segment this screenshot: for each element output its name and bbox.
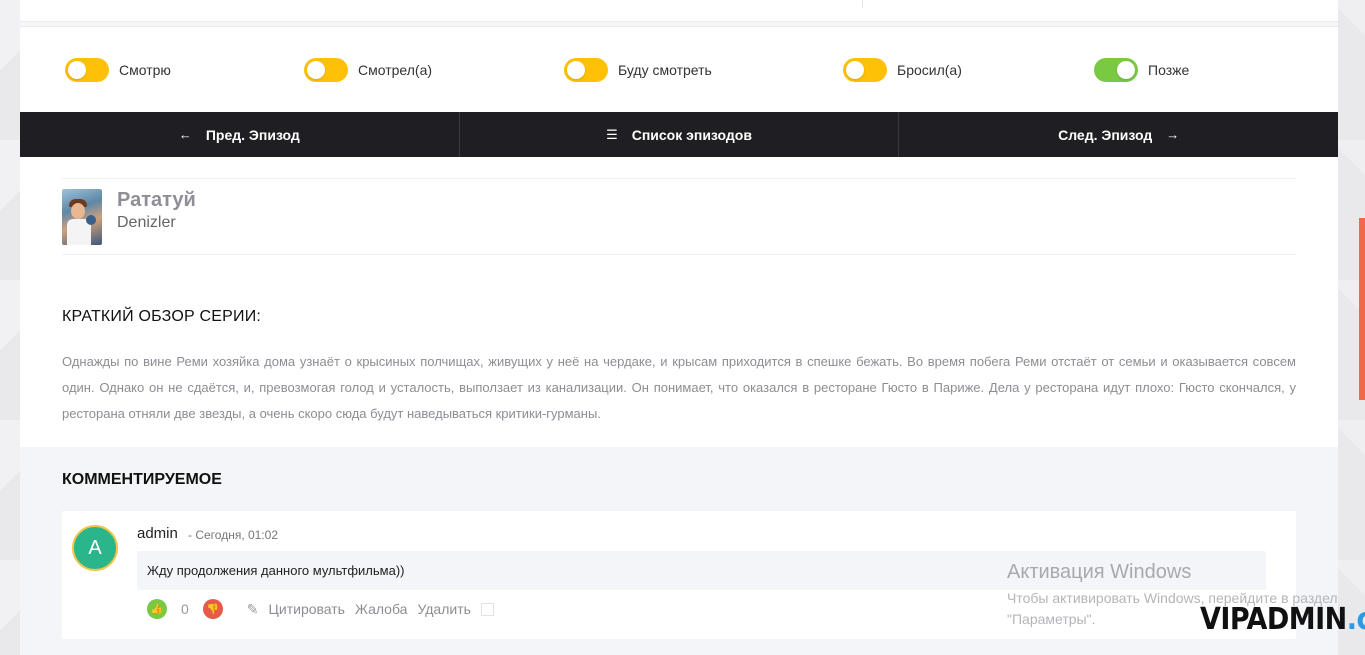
top-strip <box>20 0 1338 27</box>
episode-title[interactable]: Рататуй <box>117 189 196 212</box>
watermark-accent: .club <box>1346 602 1365 637</box>
synopsis-heading: КРАТКИЙ ОБЗОР СЕРИИ: <box>62 308 262 325</box>
quote-button[interactable]: Цитировать <box>269 601 345 617</box>
toggle-label: Буду смотреть <box>618 62 712 78</box>
toggle-switch[interactable] <box>65 58 109 82</box>
toggle-will-watch[interactable]: Буду смотреть <box>564 56 712 84</box>
comment-date: - Сегодня, 01:02 <box>188 528 279 542</box>
watermark-main: VIPADMIN <box>1200 602 1347 637</box>
toggle-label: Смотрел(а) <box>358 62 433 78</box>
thumbs-up-icon[interactable]: 👍 <box>147 599 167 619</box>
prev-episode-button[interactable]: ← Пред. Эпизод <box>20 112 460 157</box>
watch-status-toggles: Смотрю Смотрел(а) Буду смотреть Бросил(а… <box>20 56 1338 84</box>
episode-navbar: ← Пред. Эпизод ☰ Список эпизодов След. Э… <box>20 112 1338 157</box>
select-checkbox[interactable] <box>480 602 494 616</box>
toggle-dropped[interactable]: Бросил(а) <box>843 56 962 84</box>
episode-subtitle: Denizler <box>117 214 176 231</box>
toggle-label: Бросил(а) <box>897 62 962 78</box>
comment-author[interactable]: admin <box>137 525 178 542</box>
toggle-switch[interactable] <box>843 58 887 82</box>
next-episode-label: След. Эпизод <box>1058 126 1153 143</box>
toggle-later[interactable]: Позже <box>1094 56 1189 84</box>
episode-list-button[interactable]: ☰ Список эпизодов <box>460 112 900 157</box>
next-episode-button[interactable]: След. Эпизод → <box>899 112 1338 157</box>
vote-count: 0 <box>181 601 189 617</box>
toggle-watching[interactable]: Смотрю <box>65 56 171 84</box>
windows-activation-title: Активация Windows <box>1007 561 1192 583</box>
site-watermark: VIPADMIN.club <box>1200 602 1365 637</box>
comments-heading: КОММЕНТИРУЕМОЕ <box>62 471 222 488</box>
synopsis-text: Однажды по вине Реми хозяйка дома узнаёт… <box>62 354 1296 421</box>
report-button[interactable]: Жалоба <box>355 601 407 617</box>
arrow-left-icon: ← <box>178 127 192 142</box>
toggle-label: Смотрю <box>119 62 171 78</box>
toggle-watched[interactable]: Смотрел(а) <box>304 56 432 84</box>
prev-episode-label: Пред. Эпизод <box>205 126 300 143</box>
episode-info: Рататуй Denizler <box>62 178 1296 255</box>
main-content: Смотрю Смотрел(а) Буду смотреть Бросил(а… <box>20 0 1338 655</box>
toggle-switch[interactable] <box>304 58 348 82</box>
toggle-switch[interactable] <box>564 58 608 82</box>
scroll-indicator[interactable] <box>1359 218 1365 400</box>
toggle-switch[interactable] <box>1094 58 1138 82</box>
avatar[interactable]: A <box>72 525 118 571</box>
pencil-icon[interactable]: ✎ <box>247 601 259 618</box>
toggle-label: Позже <box>1148 62 1190 78</box>
episode-poster[interactable] <box>62 189 102 245</box>
comment-actions: 👍 0 👎 ✎ Цитировать Жалоба Удалить <box>147 599 494 619</box>
list-icon: ☰ <box>606 126 618 142</box>
thumbs-down-icon[interactable]: 👎 <box>202 599 223 619</box>
episode-list-label: Список эпизодов <box>631 126 752 143</box>
delete-button[interactable]: Удалить <box>417 601 470 617</box>
arrow-right-icon: → <box>1166 127 1180 142</box>
